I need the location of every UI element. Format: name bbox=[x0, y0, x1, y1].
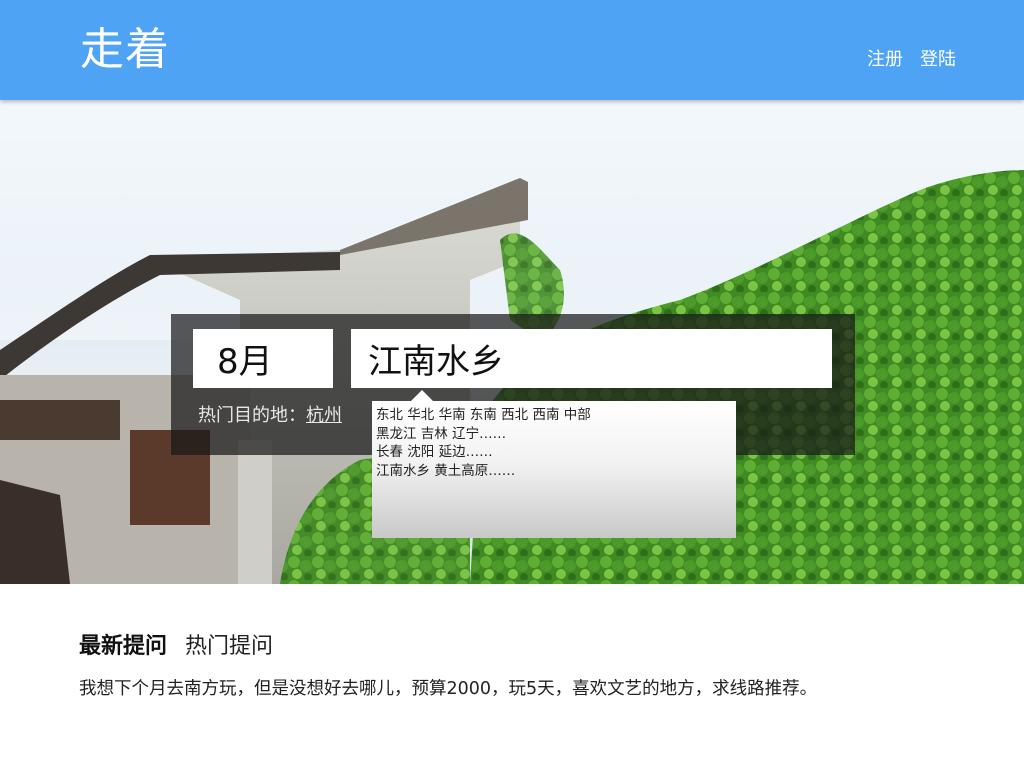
top-header-bar: 走着 注册 登陆 bbox=[0, 0, 1024, 100]
dropdown-pointer-icon bbox=[411, 390, 433, 401]
hot-destinations-label: 热门目的地： bbox=[198, 405, 306, 426]
auth-nav: 注册 登陆 bbox=[867, 49, 956, 71]
tab-latest-questions[interactable]: 最新提问 bbox=[79, 628, 167, 660]
hot-destination-link[interactable]: 杭州 bbox=[306, 405, 342, 426]
login-link[interactable]: 登陆 bbox=[920, 49, 956, 71]
hot-destinations: 热门目的地：杭州 bbox=[198, 404, 342, 428]
dropdown-option[interactable]: 江南水乡 黄土高原…… bbox=[376, 462, 732, 481]
question-tabs: 最新提问 热门提问 bbox=[79, 628, 273, 660]
dropdown-option[interactable]: 长春 沈阳 延边…… bbox=[376, 443, 732, 462]
destination-dropdown: 东北 华北 华南 东南 西北 西南 中部 黑龙江 吉林 辽宁…… 长春 沈阳 延… bbox=[372, 401, 736, 538]
tab-hot-questions[interactable]: 热门提问 bbox=[185, 628, 273, 660]
month-input[interactable]: 8月 bbox=[193, 329, 333, 388]
question-item[interactable]: 我想下个月去南方玩，但是没想好去哪儿，预算2000，玩5天，喜欢文艺的地方，求线… bbox=[79, 675, 817, 700]
dropdown-option[interactable]: 黑龙江 吉林 辽宁…… bbox=[376, 425, 732, 444]
destination-input[interactable]: 江南水乡 bbox=[351, 329, 832, 388]
register-link[interactable]: 注册 bbox=[867, 49, 903, 71]
dropdown-option[interactable]: 东北 华北 华南 东南 西北 西南 中部 bbox=[376, 406, 732, 425]
site-logo[interactable]: 走着 bbox=[80, 28, 170, 72]
